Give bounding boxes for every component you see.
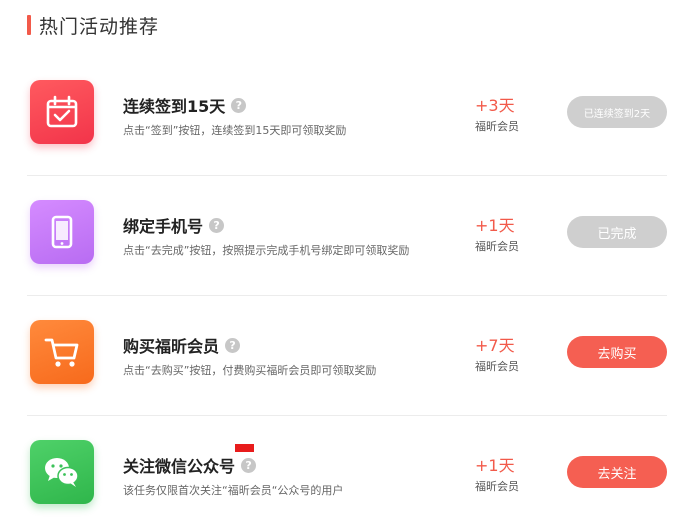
reward: +7天 福昕会员 xyxy=(475,332,545,374)
section-header: 热门活动推荐 xyxy=(27,14,160,38)
task-row-bind-phone: 绑定手机号 ? 点击“去完成”按钮，按照提示完成手机号绑定即可领取奖励 +1天 … xyxy=(27,176,667,296)
phone-icon xyxy=(30,200,94,264)
completed-button[interactable]: 已完成 xyxy=(567,216,667,248)
reward-amount: +1天 xyxy=(475,216,515,235)
task-title: 连续签到15天 xyxy=(123,97,226,116)
task-info: 购买福昕会员 ? 点击“去购买”按钮，付费购买福昕会员即可领取奖励 xyxy=(123,334,376,378)
task-row-checkin: 连续签到15天 ? 点击“签到”按钮，连续签到15天即可领取奖励 +3天 福昕会… xyxy=(27,56,667,176)
reward-label: 福昕会员 xyxy=(475,240,519,253)
task-description: 点击“去购买”按钮，付费购买福昕会员即可领取奖励 xyxy=(123,364,377,377)
task-title: 绑定手机号 xyxy=(123,217,204,236)
task-description: 点击“去完成”按钮，按照提示完成手机号绑定即可领取奖励 xyxy=(123,244,410,257)
reward-label: 福昕会员 xyxy=(475,480,519,493)
section-accent-bar xyxy=(27,15,31,35)
help-icon[interactable]: ? xyxy=(225,337,241,353)
task-list: 连续签到15天 ? 点击“签到”按钮，连续签到15天即可领取奖励 +3天 福昕会… xyxy=(27,56,667,526)
reward-label: 福昕会员 xyxy=(475,120,519,133)
reward-amount: +1天 xyxy=(475,456,515,475)
task-row-buy-membership: 购买福昕会员 ? 点击“去购买”按钮，付费购买福昕会员即可领取奖励 +7天 福昕… xyxy=(27,296,667,416)
task-info: 绑定手机号 ? 点击“去完成”按钮，按照提示完成手机号绑定即可领取奖励 xyxy=(123,214,409,258)
help-icon[interactable]: ? xyxy=(209,217,225,233)
follow-button[interactable]: 去关注 xyxy=(567,456,667,488)
task-description: 该任务仅限首次关注“福昕会员“公众号的用户 xyxy=(123,484,344,497)
new-badge xyxy=(235,444,254,452)
task-title: 关注微信公众号 xyxy=(123,457,236,476)
calendar-check-icon xyxy=(30,80,94,144)
help-icon[interactable]: ? xyxy=(241,457,257,473)
task-title: 购买福昕会员 xyxy=(123,337,220,356)
task-description: 点击“签到”按钮，连续签到15天即可领取奖励 xyxy=(123,124,347,137)
help-icon[interactable]: ? xyxy=(231,97,247,113)
reward: +1天 福昕会员 xyxy=(475,212,545,254)
reward-amount: +3天 xyxy=(475,96,515,115)
buy-button[interactable]: 去购买 xyxy=(567,336,667,368)
task-info: 连续签到15天 ? 点击“签到”按钮，连续签到15天即可领取奖励 xyxy=(123,94,346,138)
section-title: 热门活动推荐 xyxy=(39,15,160,38)
reward-label: 福昕会员 xyxy=(475,360,519,373)
wechat-icon xyxy=(30,440,94,504)
reward-amount: +7天 xyxy=(475,336,515,355)
task-info: 关注微信公众号 ? 该任务仅限首次关注“福昕会员“公众号的用户 xyxy=(123,454,343,498)
checkin-status-button[interactable]: 已连续签到2天 xyxy=(567,96,667,128)
reward: +3天 福昕会员 xyxy=(475,92,545,134)
reward: +1天 福昕会员 xyxy=(475,452,545,494)
task-row-follow-wechat: 关注微信公众号 ? 该任务仅限首次关注“福昕会员“公众号的用户 +1天 福昕会员… xyxy=(27,416,667,526)
shopping-cart-icon xyxy=(30,320,94,384)
